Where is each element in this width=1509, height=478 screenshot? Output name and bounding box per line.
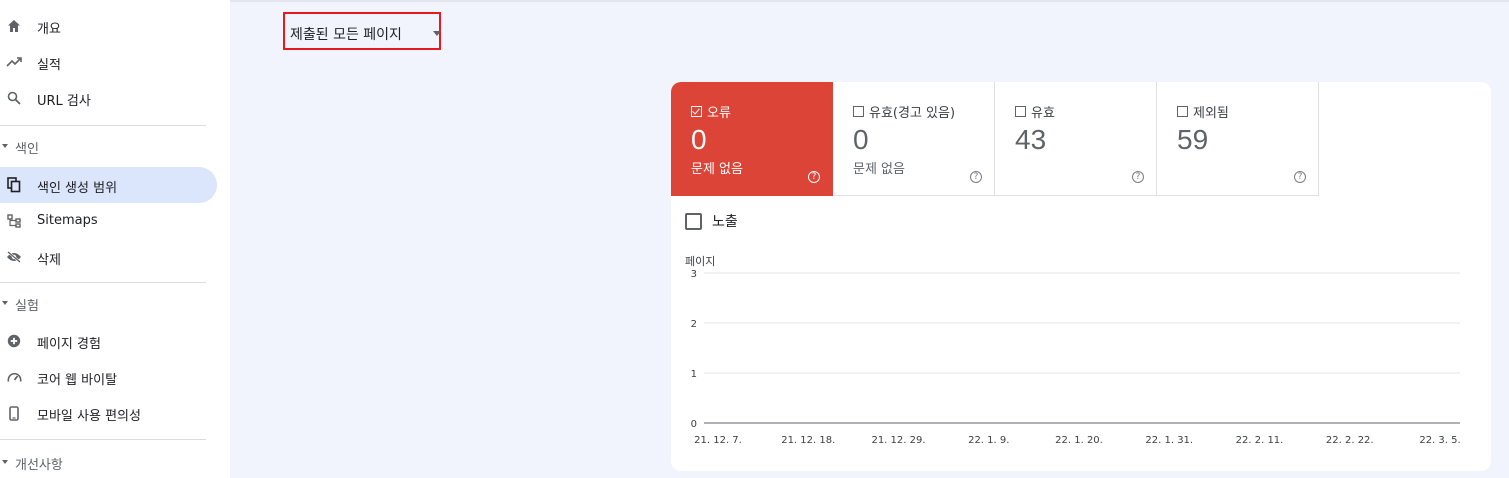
checkbox[interactable] (1177, 106, 1188, 117)
checkbox[interactable] (853, 106, 864, 117)
tile-label: 오류 (707, 106, 731, 121)
sidebar-item-page-experience[interactable]: 페이지 경험 (0, 323, 217, 359)
help-icon[interactable]: ? (1294, 171, 1306, 183)
sidebar-item-removals[interactable]: 삭제 (0, 239, 217, 275)
sidebar-section-label: 개선사항 (15, 458, 63, 473)
copy-icon (6, 176, 22, 194)
sidebar-item-index-coverage[interactable]: 색인 생성 범위 (0, 167, 217, 203)
help-icon[interactable]: ? (808, 171, 820, 183)
sidebar-item-label: 모바일 사용 편의성 (37, 409, 141, 424)
sidebar-item-mobile-usability[interactable]: 모바일 사용 편의성 (0, 395, 217, 431)
sidebar-section-label: 실험 (15, 299, 39, 314)
home-icon (6, 17, 22, 35)
trending-up-icon (6, 53, 22, 71)
tile-value: 59 (1177, 124, 1209, 155)
sitemap-icon (6, 212, 22, 230)
sidebar-section-label: 색인 (15, 142, 39, 157)
sidebar-item-label: 실적 (37, 58, 61, 73)
chart-y-tick-label: 0 (691, 419, 697, 430)
chart-y-tick-label: 3 (691, 269, 697, 280)
help-icon[interactable]: ? (1132, 171, 1144, 183)
sidebar-item-sitemaps[interactable]: Sitemaps (0, 203, 217, 239)
chart-x-tick-label: 22. 2. 11. (1236, 435, 1284, 446)
sidebar-item-label: 페이지 경험 (37, 337, 101, 352)
tile-valid-with-warnings[interactable]: 유효(경고 있음) 0 문제 없음 ? (833, 82, 995, 196)
sidebar-item-url-inspection[interactable]: URL 검사 (0, 80, 217, 116)
add-circle-icon (6, 332, 22, 350)
sidebar-item-label: 코어 웹 바이탈 (37, 373, 118, 388)
filter-selected-value: 제출된 모든 페이지 (290, 27, 402, 43)
visibility-off-icon (6, 248, 22, 266)
tile-valid[interactable]: 유효 43 ? (995, 82, 1157, 196)
caret-down-icon (2, 144, 8, 148)
chart-y-tick-label: 2 (691, 319, 697, 330)
phone-icon (6, 404, 22, 422)
coverage-card: 오류 0 문제 없음 ? 유효(경고 있음) 0 문제 없음 ? 유효 43 ?… (671, 82, 1491, 471)
chart-x-tick-label: 22. 1. 20. (1055, 435, 1103, 446)
sidebar-item-label: Sitemaps (37, 213, 98, 228)
search-icon (6, 89, 22, 107)
sidebar-item-label: 색인 생성 범위 (37, 181, 118, 196)
sidebar-divider (0, 125, 206, 126)
tile-label: 유효 (1031, 106, 1055, 121)
chart-y-tick-label: 1 (691, 369, 697, 380)
tile-value: 0 (853, 124, 869, 155)
tile-value: 0 (691, 124, 707, 155)
sidebar-divider (0, 282, 206, 283)
chart-x-tick-label: 21. 12. 18. (781, 435, 835, 446)
speed-icon (6, 368, 22, 386)
caret-down-icon (433, 31, 441, 36)
coverage-chart: 0 1 2 3 21. 12. 7. 21. 12. 18. 21. 12. 29. 22. … (691, 269, 1461, 446)
sidebar-item-performance[interactable]: 실적 (0, 44, 217, 80)
sidebar-item-label: URL 검사 (37, 94, 91, 109)
sidebar-divider (0, 439, 206, 440)
chart-x-tick-label: 22. 1. 9. (968, 435, 1009, 446)
chart-x-tick-label: 21. 12. 29. (871, 435, 925, 446)
tile-label: 유효(경고 있음) (869, 106, 956, 121)
tile-error[interactable]: 오류 0 문제 없음 ? (671, 82, 833, 196)
sidebar-item-label: 개요 (37, 22, 61, 37)
checkbox-checked[interactable] (691, 106, 702, 117)
sidebar-item-core-web-vitals[interactable]: 코어 웹 바이탈 (0, 359, 217, 395)
caret-down-icon (2, 460, 8, 464)
chart-x-tick-label: 22. 1. 31. (1145, 435, 1193, 446)
tile-excluded[interactable]: 제외됨 59 ? (1157, 82, 1319, 196)
checkbox[interactable] (685, 212, 702, 230)
sidebar-item-overview[interactable]: 개요 (0, 8, 217, 44)
caret-down-icon (2, 301, 8, 305)
help-icon[interactable]: ? (970, 171, 982, 183)
tile-value: 43 (1015, 124, 1047, 155)
tile-subtext: 문제 없음 (853, 162, 905, 177)
chart-x-tick-label: 22. 3. 5. (1419, 435, 1460, 446)
sitemap-filter-dropdown[interactable]: 제출된 모든 페이지 (283, 12, 441, 50)
impressions-label: 노출 (712, 214, 738, 230)
checkbox[interactable] (1015, 106, 1026, 117)
chart-x-tick-label: 21. 12. 7. (694, 435, 742, 446)
chart-x-tick-label: 22. 2. 22. (1326, 435, 1374, 446)
tile-subtext: 문제 없음 (691, 162, 743, 177)
tile-label: 제외됨 (1193, 106, 1229, 121)
sidebar-item-label: 삭제 (37, 253, 61, 268)
sidebar: 개요 실적 URL 검사 색인 색인 생성 범위 Sitemaps 삭제 실험 … (0, 0, 230, 478)
impressions-toggle[interactable]: 노출 (685, 211, 738, 231)
